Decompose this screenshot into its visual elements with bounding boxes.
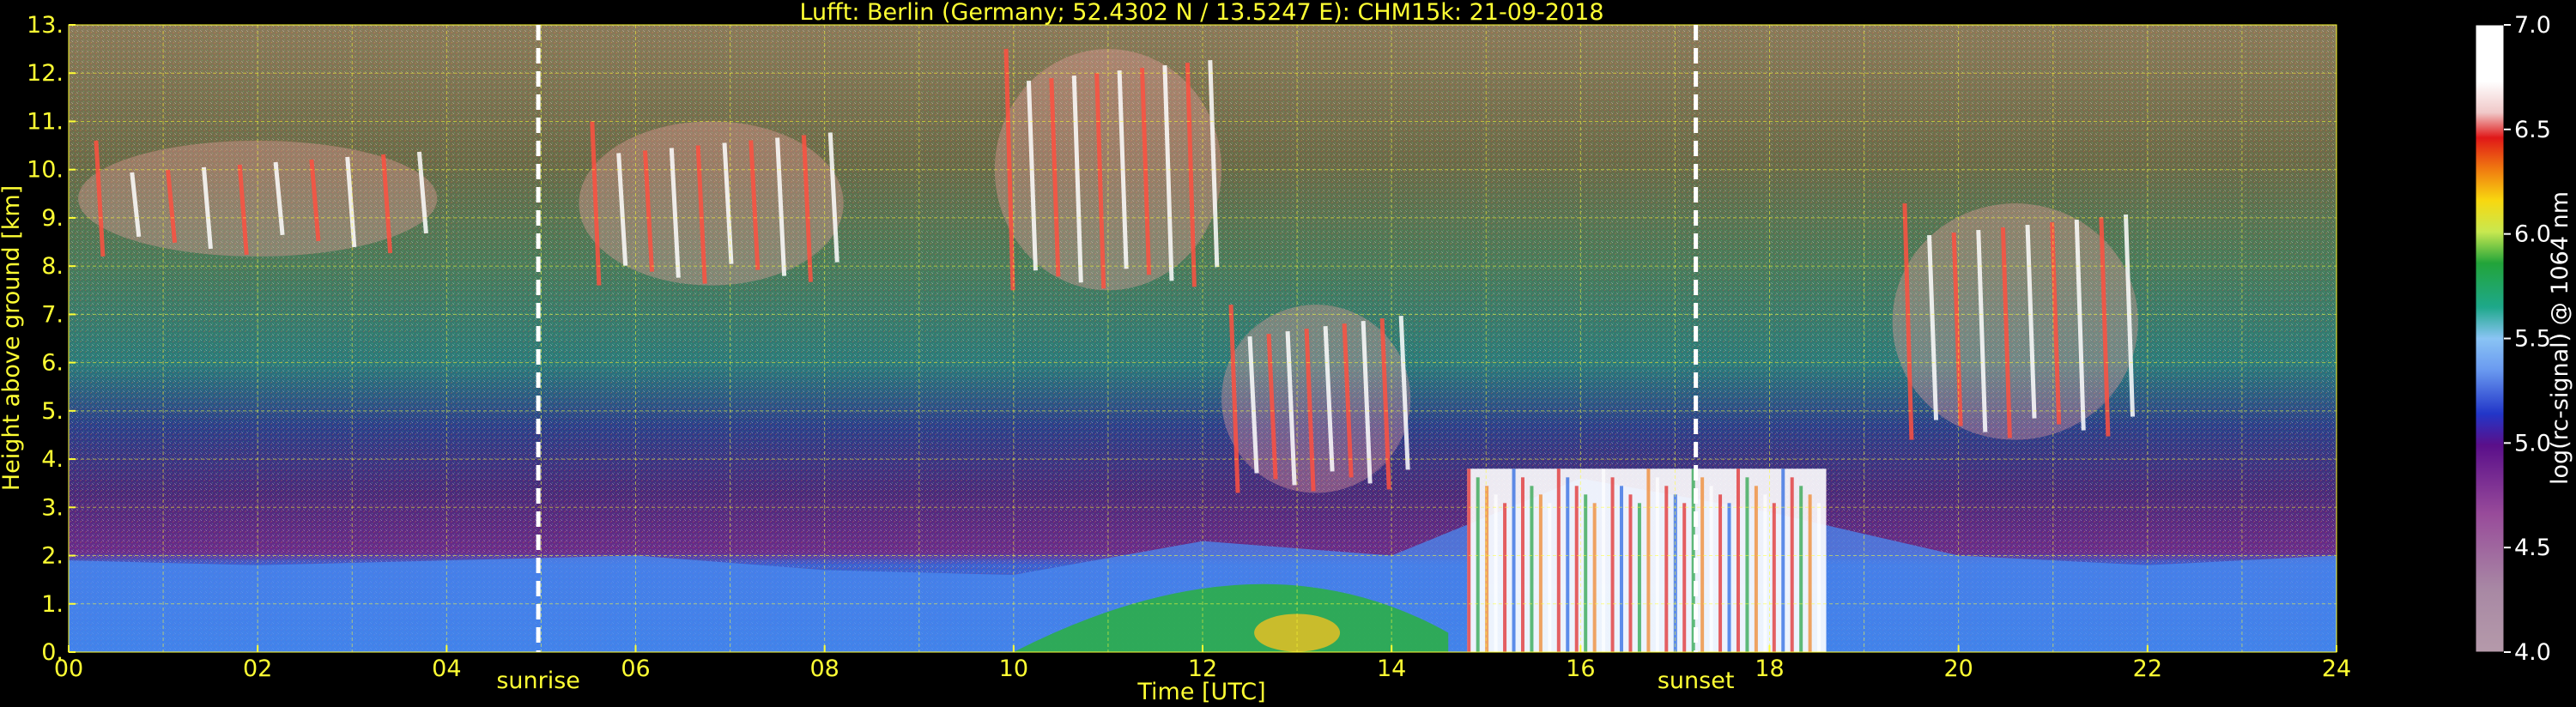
y-tick-label: 13. — [27, 12, 64, 39]
dense-cloud-streak — [1628, 494, 1633, 652]
dense-cloud-streak — [1530, 486, 1534, 652]
dense-cloud-streak — [1485, 486, 1489, 652]
dense-cloud-streak — [1718, 494, 1723, 652]
dense-cloud-streak — [1584, 494, 1588, 652]
y-axis-label: Height above ground [km] — [0, 185, 25, 491]
dense-cloud-streak — [1592, 503, 1597, 652]
x-axis-label: Time [UTC] — [1136, 679, 1265, 705]
dense-cloud-streak — [1476, 477, 1480, 652]
dense-cloud-streak — [1682, 503, 1687, 652]
x-tick-label: 10 — [999, 656, 1028, 682]
chart-title: Lufft: Berlin (Germany; 52.4302 N / 13.5… — [799, 0, 1603, 26]
y-tick-label: 4. — [41, 446, 64, 473]
dense-cloud-streak — [1574, 486, 1579, 652]
ceilometer-chart: sunrise sunset 00 02 04 06 08 10 12 14 16 18 20 22 24… — [0, 0, 2573, 705]
sunrise-label: sunrise — [496, 668, 580, 694]
x-tick-label: 06 — [621, 656, 650, 682]
dense-cloud-streak — [1664, 486, 1669, 652]
dense-cloud-streak — [1538, 494, 1543, 652]
colorbar-tick-label: 5.0 — [2514, 430, 2551, 456]
dense-cloud-streak — [1709, 486, 1713, 652]
sunset-label: sunset — [1658, 668, 1735, 694]
dense-cloud-streak — [1620, 486, 1624, 652]
dense-cloud-streak — [1736, 468, 1740, 652]
colorbar-tick-label: 6.5 — [2514, 117, 2551, 143]
y-tick-label: 11. — [27, 108, 64, 135]
x-tick-label: 18 — [1755, 656, 1784, 682]
x-tick-label: 14 — [1377, 656, 1406, 682]
y-tick-label: 1. — [41, 591, 64, 618]
dense-cloud-streak — [1745, 477, 1749, 652]
y-tick-label: 12. — [27, 60, 64, 87]
dense-cloud-streak — [1781, 468, 1785, 652]
y-tick-label: 2. — [41, 543, 64, 570]
dense-cloud-streak — [1655, 477, 1659, 652]
colorbar-label: log(rc-signal) @ 1064 nm — [2547, 191, 2573, 485]
dense-cloud-streak — [1494, 494, 1498, 652]
colorbar-tick-label: 7.0 — [2514, 12, 2551, 39]
x-tick-label: 20 — [1943, 656, 1973, 682]
dense-cloud-streak — [1637, 503, 1641, 652]
y-tick-label: 5. — [41, 398, 64, 425]
x-tick-label: 24 — [2322, 656, 2351, 682]
dense-cloud-streak — [1817, 503, 1821, 652]
dense-cloud-streak — [1467, 468, 1471, 652]
dense-cloud-streak — [1790, 477, 1794, 652]
colorbar-tick-label: 4.5 — [2514, 535, 2551, 561]
dense-cloud-streak — [1503, 503, 1507, 652]
y-tick-label: 3. — [41, 494, 64, 521]
dense-cloud-streak — [1646, 468, 1651, 652]
dense-cloud-streak — [1520, 477, 1524, 652]
dense-cloud-streak — [1754, 486, 1758, 652]
dense-cloud-streak — [1799, 486, 1803, 652]
dense-cloud-streak — [1610, 477, 1615, 652]
dense-cloud-streak — [1512, 468, 1516, 652]
y-tick-label: 10. — [27, 157, 64, 184]
y-tick-label: 9. — [41, 205, 64, 232]
dense-cloud-streak — [1602, 468, 1606, 652]
dense-cloud-streak — [1548, 503, 1552, 652]
x-tick-label: 16 — [1566, 656, 1595, 682]
y-tick-label: 8. — [41, 253, 64, 280]
colorbar — [2475, 24, 2505, 653]
y-tick-label: 0. — [41, 639, 64, 666]
dense-cloud-streak — [1808, 494, 1812, 652]
dense-cloud-streak — [1556, 468, 1561, 652]
y-tick-label: 7. — [41, 301, 64, 328]
dense-cloud-streak — [1763, 494, 1767, 652]
dense-cloud-streak — [1700, 477, 1705, 652]
dense-cloud-streak — [1727, 503, 1731, 652]
x-tick-label: 22 — [2133, 656, 2162, 682]
x-tick-label: 02 — [243, 656, 272, 682]
x-tick-label: 04 — [432, 656, 461, 682]
colorbar-tick-label: 6.0 — [2514, 221, 2551, 248]
y-tick-label: 6. — [41, 350, 64, 377]
dense-cloud-streak — [1772, 503, 1776, 652]
dense-cloud-streak — [1566, 477, 1570, 652]
colorbar-tick-label: 5.5 — [2514, 326, 2551, 353]
colorbar-tick-label: 4.0 — [2514, 639, 2551, 666]
x-tick-label: 08 — [809, 656, 839, 682]
